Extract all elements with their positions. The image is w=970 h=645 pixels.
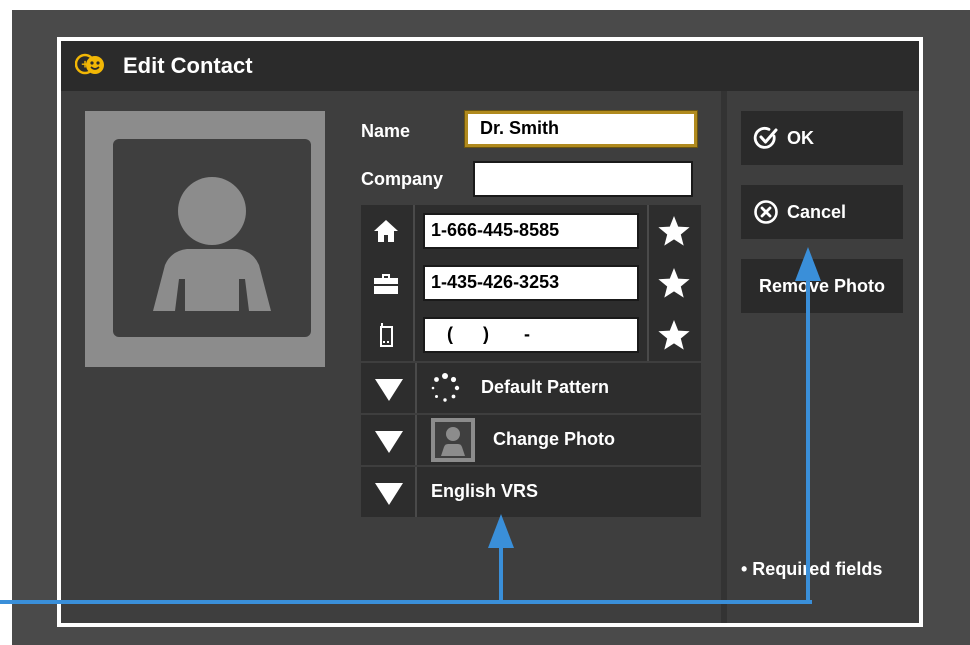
company-label: Company [361, 169, 444, 189]
home-favorite-star-icon[interactable] [657, 214, 691, 248]
name-field[interactable]: Dr. Smith [465, 111, 697, 147]
required-fields-note: • Required fields [741, 559, 883, 579]
mobile-phone-row: ( ) - [361, 309, 701, 361]
work-phone-row: 1-435-426-3253 [361, 257, 701, 309]
home-phone-row: 1-666-445-8585 [361, 205, 701, 257]
cancel-button[interactable]: Cancel [741, 185, 903, 239]
callout-line-horizontal [0, 600, 812, 604]
row-separator [413, 257, 415, 309]
avatar-placeholder-icon [113, 139, 311, 337]
dialog-actions-panel: OK Cancel Remove Photo • Required fields [727, 91, 919, 623]
row-separator [647, 309, 649, 361]
row-separator [647, 257, 649, 309]
dropdown-separator [415, 363, 417, 413]
dropdown-arrow-icon [375, 431, 403, 453]
callout-line-to-relay [499, 540, 503, 602]
cancel-x-icon [753, 199, 779, 225]
callout-line-to-cancel [806, 272, 810, 602]
contact-photo[interactable] [85, 111, 325, 367]
relay-service-label: English VRS [431, 481, 539, 501]
work-phone-field[interactable]: 1-435-426-3253 [423, 265, 639, 301]
ring-pattern-label: Default Pattern [481, 377, 610, 397]
spinner-pattern-icon [429, 372, 461, 404]
row-separator [647, 205, 649, 257]
person-thumbnail-icon [431, 418, 475, 462]
dialog-titlebar: + Edit Contact [61, 41, 919, 91]
company-field[interactable] [473, 161, 693, 197]
home-icon [373, 218, 399, 244]
work-briefcase-icon [373, 270, 399, 296]
ok-button[interactable]: OK [741, 111, 903, 165]
row-separator [413, 205, 415, 257]
contact-form-area: Name Dr. Smith Company 1-666-445-8585 1-… [61, 91, 721, 623]
cancel-label: Cancel [787, 202, 847, 222]
ok-label: OK [787, 128, 814, 148]
change-photo-dropdown[interactable]: Change Photo [361, 415, 701, 465]
contact-app-icon: + [74, 53, 105, 77]
mobile-favorite-star-icon[interactable] [657, 318, 691, 352]
relay-service-dropdown[interactable]: English VRS [361, 467, 701, 517]
remove-photo-button[interactable]: Remove Photo [741, 259, 903, 313]
change-photo-label: Change Photo [493, 429, 615, 449]
home-phone-field[interactable]: 1-666-445-8585 [423, 213, 639, 249]
mobile-phone-field[interactable]: ( ) - [423, 317, 639, 353]
dropdown-arrow-icon [375, 379, 403, 401]
remove-photo-label: Remove Photo [758, 276, 886, 296]
dialog-title: Edit Contact [123, 53, 253, 78]
name-label: Name [361, 121, 411, 141]
ring-pattern-dropdown[interactable]: Default Pattern [361, 363, 701, 413]
dropdown-separator [415, 415, 417, 465]
mobile-phone-icon [373, 322, 399, 348]
checkmark-icon [753, 125, 779, 151]
dropdown-arrow-icon [375, 483, 403, 505]
callout-arrowhead-relay [488, 514, 514, 548]
row-separator [413, 309, 415, 361]
dropdown-separator [415, 467, 417, 517]
work-favorite-star-icon[interactable] [657, 266, 691, 300]
callout-arrowhead-cancel [795, 247, 821, 281]
